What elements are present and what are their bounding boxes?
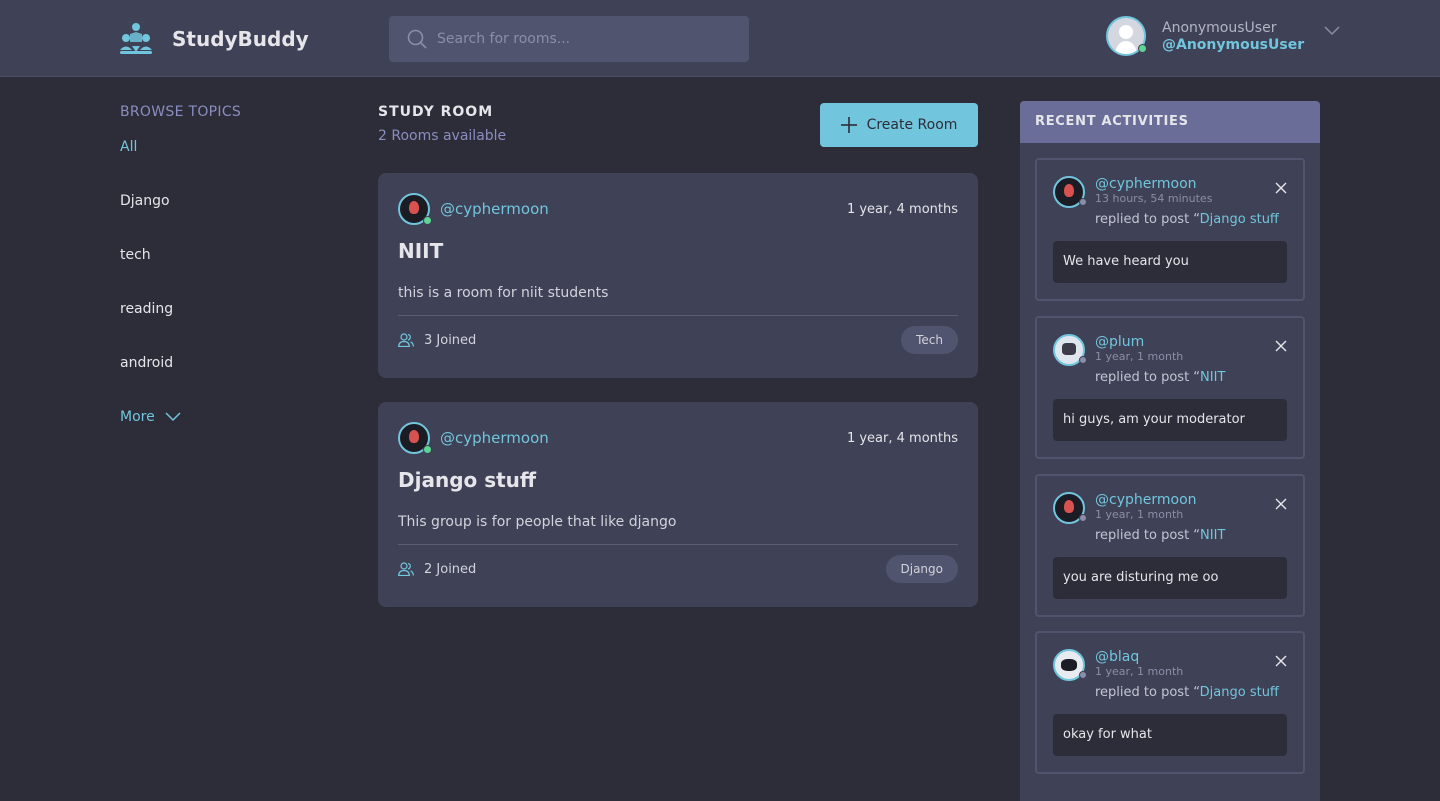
browse-topics: BROWSE TOPICS All Django tech reading an… <box>120 104 320 444</box>
search-input[interactable] <box>437 31 737 47</box>
chevron-down-icon[interactable] <box>1324 26 1340 36</box>
topics-heading: BROWSE TOPICS <box>120 104 242 120</box>
activity-target-link[interactable]: Django stuff <box>1200 685 1279 700</box>
topic-all[interactable]: All <box>120 120 320 174</box>
activity-card: @plum 1 year, 1 month replied to post “N… <box>1035 316 1305 459</box>
room-card[interactable]: @cyphermoon 1 year, 4 months Django stuf… <box>378 402 978 607</box>
activity-message: We have heard you <box>1053 241 1287 283</box>
status-dot <box>1079 514 1087 522</box>
activities-heading: RECENT ACTIVITIES <box>1020 101 1320 143</box>
activity-user[interactable]: @plum <box>1095 334 1225 350</box>
activity-action: replied to post “ <box>1095 528 1201 543</box>
close-icon[interactable] <box>1275 340 1287 352</box>
close-icon[interactable] <box>1275 655 1287 667</box>
topic-tag[interactable]: Tech <box>901 326 958 354</box>
room-host[interactable]: @cyphermoon <box>398 422 549 454</box>
more-label: More <box>120 409 155 425</box>
host-avatar[interactable] <box>398 193 432 225</box>
activity-user[interactable]: @blaq <box>1095 649 1279 665</box>
activity-avatar[interactable] <box>1053 334 1087 366</box>
joined-label: 3 Joined <box>424 332 477 348</box>
activity-time: 1 year, 1 month <box>1095 508 1184 521</box>
room-time: 1 year, 4 months <box>846 430 958 446</box>
activity-message: okay for what <box>1053 714 1287 756</box>
user-handle: @AnonymousUser <box>1162 36 1305 53</box>
room-name[interactable]: Django stuff <box>398 468 958 492</box>
activity-time: 1 year, 1 month <box>1095 350 1184 363</box>
close-icon[interactable] <box>1275 182 1287 194</box>
create-room-label: Create Room <box>866 117 958 133</box>
top-navbar: StudyBuddy AnonymousUser @AnonymousUser <box>0 0 1440 77</box>
activity-message: hi guys, am your moderator <box>1053 399 1287 441</box>
divider <box>398 315 958 316</box>
online-status-dot <box>423 216 432 225</box>
activity-user[interactable]: @cyphermoon <box>1095 492 1225 508</box>
joined-count: 2 Joined <box>398 562 476 577</box>
joined-label: 2 Joined <box>424 561 477 577</box>
room-card[interactable]: @cyphermoon 1 year, 4 months NIIT this i… <box>378 173 978 378</box>
room-time: 1 year, 4 months <box>846 201 958 217</box>
room-description: This group is for people that like djang… <box>398 514 677 530</box>
divider <box>398 544 958 545</box>
host-avatar[interactable] <box>398 422 432 454</box>
user-name: AnonymousUser <box>1162 19 1277 36</box>
room-host[interactable]: @cyphermoon <box>398 193 549 225</box>
create-room-button[interactable]: Create Room <box>820 103 978 147</box>
activity-card: @blaq 1 year, 1 month replied to post “D… <box>1035 631 1305 774</box>
users-icon <box>398 562 414 576</box>
more-topics-button[interactable]: More <box>120 390 320 444</box>
close-icon[interactable] <box>1275 498 1287 510</box>
brand-name: StudyBuddy <box>172 27 309 51</box>
activity-message: you are disturing me oo <box>1053 557 1287 599</box>
activity-time: 1 year, 1 month <box>1095 665 1184 678</box>
activity-target-link[interactable]: NIIT <box>1200 370 1225 385</box>
status-dot <box>1079 198 1087 206</box>
topic-reading[interactable]: reading <box>120 282 320 336</box>
online-status-dot <box>1138 44 1147 53</box>
activity-card: @cyphermoon 13 hours, 54 minutes replied… <box>1035 158 1305 301</box>
host-name[interactable]: @cyphermoon <box>440 429 549 447</box>
joined-count: 3 Joined <box>398 333 476 348</box>
recent-activities-panel: RECENT ACTIVITIES @cyphermoon 13 hours, … <box>1020 101 1320 801</box>
activity-avatar[interactable] <box>1053 492 1087 524</box>
topic-django[interactable]: Django <box>120 174 320 228</box>
activity-card: @cyphermoon 1 year, 1 month replied to p… <box>1035 474 1305 617</box>
activity-action: replied to post “ <box>1095 685 1200 700</box>
activity-avatar[interactable] <box>1053 649 1087 681</box>
online-status-dot <box>423 445 432 454</box>
chevron-down-icon <box>165 412 181 422</box>
activity-target-link[interactable]: NIIT <box>1200 528 1225 543</box>
room-name[interactable]: NIIT <box>398 239 958 263</box>
topic-tag[interactable]: Django <box>885 555 958 583</box>
activity-avatar[interactable] <box>1053 176 1087 208</box>
topic-tech[interactable]: tech <box>120 228 320 282</box>
activity-action: replied to post “ <box>1095 370 1201 385</box>
activity-action: replied to post “ <box>1095 212 1200 227</box>
brand-logo[interactable]: StudyBuddy <box>118 22 309 56</box>
status-dot <box>1079 671 1087 679</box>
activity-user[interactable]: @cyphermoon <box>1095 176 1279 192</box>
status-dot <box>1079 356 1087 364</box>
search-bar[interactable] <box>389 16 749 62</box>
logo-icon <box>120 23 152 54</box>
activity-time: 13 hours, 54 minutes <box>1095 192 1213 205</box>
plus-icon <box>840 117 857 133</box>
host-name[interactable]: @cyphermoon <box>440 200 549 218</box>
room-description: this is a room for niit students <box>398 285 609 301</box>
users-icon <box>398 333 414 347</box>
topic-android[interactable]: android <box>120 336 320 390</box>
search-icon <box>407 29 427 49</box>
activity-target-link[interactable]: Django stuff <box>1200 212 1279 227</box>
